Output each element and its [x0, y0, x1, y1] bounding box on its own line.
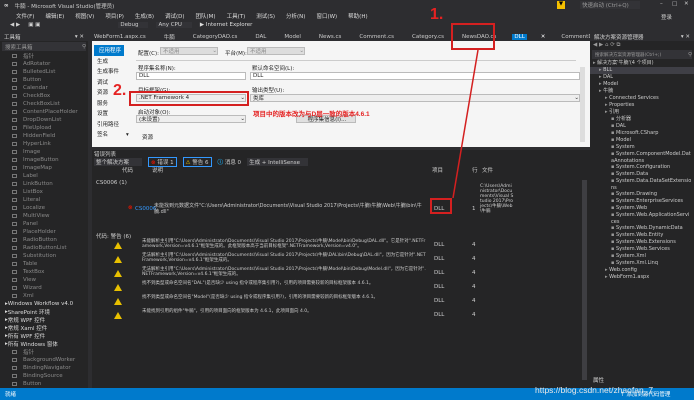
annotation-arrow-line	[452, 49, 479, 199]
